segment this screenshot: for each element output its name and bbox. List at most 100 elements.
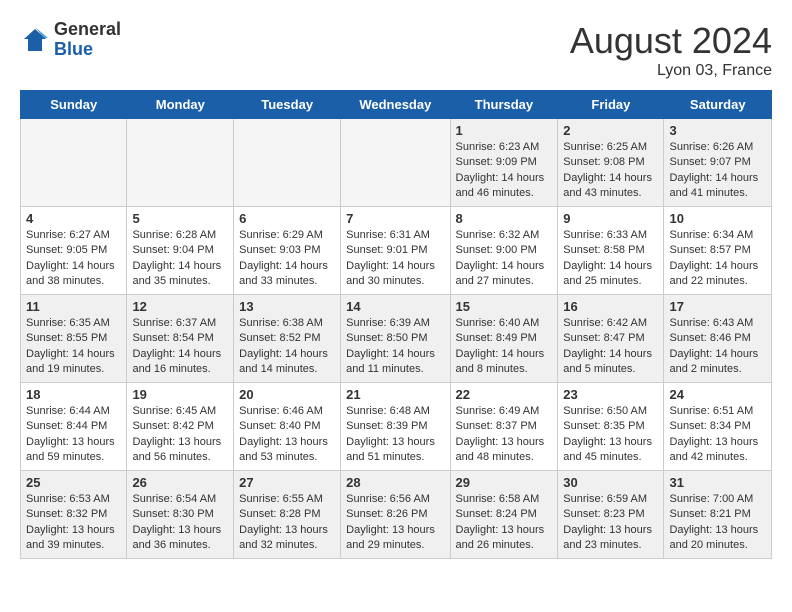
- day-info: Sunrise: 6:33 AM Sunset: 8:58 PM Dayligh…: [563, 228, 658, 290]
- calendar-cell: 29Sunrise: 6:58 AM Sunset: 8:24 PM Dayli…: [450, 471, 558, 559]
- day-number: 12: [132, 299, 228, 314]
- weekday-header-saturday: Saturday: [664, 91, 772, 119]
- calendar-cell: 4 Sunrise: 6:27 AM Sunset: 9:05 PM Daylig…: [21, 207, 127, 295]
- day-number: 18: [26, 387, 121, 402]
- calendar-cell: 30Sunrise: 6:59 AM Sunset: 8:23 PM Dayli…: [558, 471, 664, 559]
- calendar-cell: 12 Sunrise: 6:37 AM Sunset: 8:54 PM Dayli…: [127, 295, 234, 383]
- day-number: 19: [132, 387, 228, 402]
- calendar-week-row: 18 Sunrise: 6:44 AM Sunset: 8:44 PM Dayli…: [21, 383, 772, 471]
- day-info: Sunrise: 6:38 AM Sunset: 8:52 PM Dayligh…: [239, 316, 335, 378]
- day-number: 31: [669, 475, 766, 490]
- day-info: Sunrise: 6:56 AM Sunset: 8:26 PM Dayligh…: [346, 492, 444, 554]
- day-info: Sunrise: 6:39 AM Sunset: 8:50 PM Dayligh…: [346, 316, 444, 378]
- day-number: 8: [456, 211, 553, 226]
- calendar-cell: [341, 119, 450, 207]
- day-info: Sunrise: 6:43 AM Sunset: 8:46 PM Dayligh…: [669, 316, 766, 378]
- day-number: 23: [563, 387, 658, 402]
- day-number: 11: [26, 299, 121, 314]
- day-info: Sunrise: 6:46 AM Sunset: 8:40 PM Dayligh…: [239, 404, 335, 466]
- day-info: Sunrise: 6:23 AM Sunset: 9:09 PM Dayligh…: [456, 140, 553, 202]
- day-number: 14: [346, 299, 444, 314]
- calendar-cell: 10Sunrise: 6:34 AM Sunset: 8:57 PM Dayli…: [664, 207, 772, 295]
- day-number: 27: [239, 475, 335, 490]
- logo: General Blue: [20, 20, 121, 60]
- day-info: Sunrise: 6:29 AM Sunset: 9:03 PM Dayligh…: [239, 228, 335, 290]
- calendar-week-row: 1 Sunrise: 6:23 AM Sunset: 9:09 PM Daylig…: [21, 119, 772, 207]
- day-number: 6: [239, 211, 335, 226]
- day-info: Sunrise: 6:40 AM Sunset: 8:49 PM Dayligh…: [456, 316, 553, 378]
- calendar-cell: 21Sunrise: 6:48 AM Sunset: 8:39 PM Dayli…: [341, 383, 450, 471]
- logo-general-text: General: [54, 20, 121, 40]
- weekday-header-friday: Friday: [558, 91, 664, 119]
- weekday-header-wednesday: Wednesday: [341, 91, 450, 119]
- calendar-cell: 11Sunrise: 6:35 AM Sunset: 8:55 PM Dayli…: [21, 295, 127, 383]
- day-info: Sunrise: 6:28 AM Sunset: 9:04 PM Dayligh…: [132, 228, 228, 290]
- day-info: Sunrise: 6:49 AM Sunset: 8:37 PM Dayligh…: [456, 404, 553, 466]
- day-info: Sunrise: 6:53 AM Sunset: 8:32 PM Dayligh…: [26, 492, 121, 554]
- calendar-cell: 25 Sunrise: 6:53 AM Sunset: 8:32 PM Dayli…: [21, 471, 127, 559]
- location-subtitle: Lyon 03, France: [570, 62, 772, 80]
- calendar-cell: 31 Sunrise: 7:00 AM Sunset: 8:21 PM Dayli…: [664, 471, 772, 559]
- day-number: 1: [456, 123, 553, 138]
- logo-blue-text: Blue: [54, 40, 121, 60]
- calendar-cell: 22 Sunrise: 6:49 AM Sunset: 8:37 PM Dayli…: [450, 383, 558, 471]
- day-number: 21: [346, 387, 444, 402]
- logo-icon: [20, 25, 50, 55]
- calendar-cell: 15 Sunrise: 6:40 AM Sunset: 8:49 PM Dayli…: [450, 295, 558, 383]
- calendar-week-row: 4 Sunrise: 6:27 AM Sunset: 9:05 PM Daylig…: [21, 207, 772, 295]
- month-title: August 2024: [570, 20, 772, 62]
- day-info: Sunrise: 7:00 AM Sunset: 8:21 PM Dayligh…: [669, 492, 766, 554]
- day-number: 16: [563, 299, 658, 314]
- day-info: Sunrise: 6:25 AM Sunset: 9:08 PM Dayligh…: [563, 140, 658, 202]
- day-number: 7: [346, 211, 444, 226]
- calendar-cell: 1 Sunrise: 6:23 AM Sunset: 9:09 PM Daylig…: [450, 119, 558, 207]
- calendar-cell: 9 Sunrise: 6:33 AM Sunset: 8:58 PM Daylig…: [558, 207, 664, 295]
- title-block: August 2024 Lyon 03, France: [570, 20, 772, 80]
- calendar-cell: 2 Sunrise: 6:25 AM Sunset: 9:08 PM Daylig…: [558, 119, 664, 207]
- day-number: 24: [669, 387, 766, 402]
- day-number: 25: [26, 475, 121, 490]
- day-info: Sunrise: 6:27 AM Sunset: 9:05 PM Dayligh…: [26, 228, 121, 290]
- calendar-cell: 24 Sunrise: 6:51 AM Sunset: 8:34 PM Dayli…: [664, 383, 772, 471]
- weekday-header-monday: Monday: [127, 91, 234, 119]
- day-info: Sunrise: 6:50 AM Sunset: 8:35 PM Dayligh…: [563, 404, 658, 466]
- day-info: Sunrise: 6:45 AM Sunset: 8:42 PM Dayligh…: [132, 404, 228, 466]
- day-info: Sunrise: 6:44 AM Sunset: 8:44 PM Dayligh…: [26, 404, 121, 466]
- calendar-cell: 18 Sunrise: 6:44 AM Sunset: 8:44 PM Dayli…: [21, 383, 127, 471]
- day-info: Sunrise: 6:37 AM Sunset: 8:54 PM Dayligh…: [132, 316, 228, 378]
- calendar-cell: 23 Sunrise: 6:50 AM Sunset: 8:35 PM Dayli…: [558, 383, 664, 471]
- day-number: 2: [563, 123, 658, 138]
- day-info: Sunrise: 6:32 AM Sunset: 9:00 PM Dayligh…: [456, 228, 553, 290]
- day-number: 26: [132, 475, 228, 490]
- calendar-week-row: 11Sunrise: 6:35 AM Sunset: 8:55 PM Dayli…: [21, 295, 772, 383]
- calendar-body: 1 Sunrise: 6:23 AM Sunset: 9:09 PM Daylig…: [21, 119, 772, 559]
- day-info: Sunrise: 6:54 AM Sunset: 8:30 PM Dayligh…: [132, 492, 228, 554]
- calendar-cell: 28 Sunrise: 6:56 AM Sunset: 8:26 PM Dayli…: [341, 471, 450, 559]
- calendar-cell: 20Sunrise: 6:46 AM Sunset: 8:40 PM Dayli…: [234, 383, 341, 471]
- calendar-cell: 16 Sunrise: 6:42 AM Sunset: 8:47 PM Dayli…: [558, 295, 664, 383]
- day-info: Sunrise: 6:59 AM Sunset: 8:23 PM Dayligh…: [563, 492, 658, 554]
- day-number: 4: [26, 211, 121, 226]
- calendar-cell: 19 Sunrise: 6:45 AM Sunset: 8:42 PM Dayli…: [127, 383, 234, 471]
- day-number: 9: [563, 211, 658, 226]
- day-number: 22: [456, 387, 553, 402]
- calendar-cell: [127, 119, 234, 207]
- day-info: Sunrise: 6:31 AM Sunset: 9:01 PM Dayligh…: [346, 228, 444, 290]
- day-info: Sunrise: 6:42 AM Sunset: 8:47 PM Dayligh…: [563, 316, 658, 378]
- page-header: General Blue August 2024 Lyon 03, France: [20, 20, 772, 80]
- weekday-header-row: SundayMondayTuesdayWednesdayThursdayFrid…: [21, 91, 772, 119]
- day-number: 28: [346, 475, 444, 490]
- day-number: 17: [669, 299, 766, 314]
- calendar-cell: 8 Sunrise: 6:32 AM Sunset: 9:00 PM Daylig…: [450, 207, 558, 295]
- calendar-cell: 3Sunrise: 6:26 AM Sunset: 9:07 PM Daylig…: [664, 119, 772, 207]
- calendar-week-row: 25 Sunrise: 6:53 AM Sunset: 8:32 PM Dayli…: [21, 471, 772, 559]
- day-info: Sunrise: 6:55 AM Sunset: 8:28 PM Dayligh…: [239, 492, 335, 554]
- day-number: 3: [669, 123, 766, 138]
- day-number: 29: [456, 475, 553, 490]
- day-number: 15: [456, 299, 553, 314]
- day-info: Sunrise: 6:51 AM Sunset: 8:34 PM Dayligh…: [669, 404, 766, 466]
- calendar-cell: 5Sunrise: 6:28 AM Sunset: 9:04 PM Daylig…: [127, 207, 234, 295]
- day-number: 10: [669, 211, 766, 226]
- calendar-cell: 14 Sunrise: 6:39 AM Sunset: 8:50 PM Dayli…: [341, 295, 450, 383]
- weekday-header-sunday: Sunday: [21, 91, 127, 119]
